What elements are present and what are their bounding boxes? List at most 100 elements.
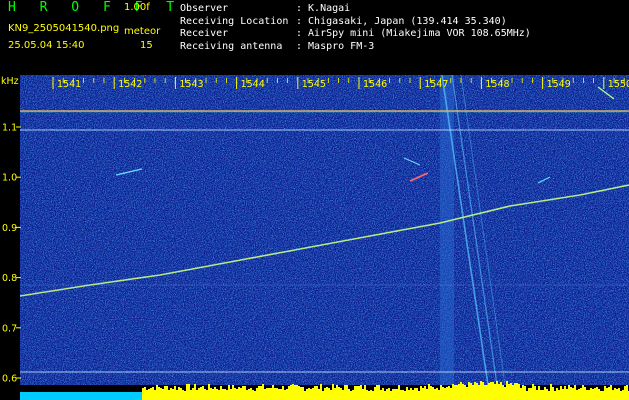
level-bar-column bbox=[558, 390, 560, 400]
level-bar-column bbox=[184, 391, 186, 400]
y-axis-unit: kHz bbox=[1, 76, 19, 87]
header-panel: H R O F F T 1.00f KN9_2505041540.png met… bbox=[0, 0, 629, 75]
y-tick-label: 0.9 bbox=[2, 223, 17, 234]
level-bar-column bbox=[590, 388, 592, 400]
level-bar-column bbox=[172, 389, 174, 400]
level-bar-column bbox=[556, 388, 558, 400]
level-bar-column bbox=[546, 389, 548, 400]
level-bar-column bbox=[462, 384, 464, 400]
level-bar-column bbox=[370, 390, 372, 400]
datetime-label: 25.05.04 15:40 bbox=[8, 40, 85, 51]
x-tick-label: 1543 bbox=[179, 79, 203, 90]
level-bar-column bbox=[146, 390, 148, 400]
level-bar-column bbox=[544, 387, 546, 400]
level-bar-column bbox=[210, 388, 212, 400]
level-bar-column bbox=[492, 382, 494, 400]
level-bar-column bbox=[300, 387, 302, 400]
level-bar-column bbox=[198, 388, 200, 400]
level-bar-column bbox=[252, 390, 254, 400]
level-bar-column bbox=[424, 386, 426, 400]
level-bar-column bbox=[484, 385, 486, 400]
level-bar-column bbox=[190, 390, 192, 400]
level-bar-column bbox=[342, 390, 344, 400]
level-bar-column bbox=[612, 390, 614, 400]
level-bar-column bbox=[512, 385, 514, 400]
level-bar-column bbox=[214, 387, 216, 400]
level-bar-column bbox=[550, 384, 552, 400]
level-bar-column bbox=[618, 388, 620, 400]
level-bar-column bbox=[206, 390, 208, 400]
level-bar-column bbox=[222, 389, 224, 400]
y-tick-label: 0.8 bbox=[2, 273, 17, 284]
location-value: : Chigasaki, Japan (139.414 35.340) bbox=[296, 15, 507, 27]
level-bar-column bbox=[382, 388, 384, 400]
level-bar-column bbox=[242, 386, 244, 400]
level-bar-column bbox=[498, 384, 500, 400]
y-tick-label: 0.7 bbox=[2, 323, 17, 334]
observer-value: : K.Nagai bbox=[296, 3, 351, 14]
level-bar-column bbox=[540, 390, 542, 400]
level-bar-column bbox=[456, 385, 458, 400]
level-bar-column bbox=[212, 389, 214, 400]
y-tick-label: 1.1 bbox=[2, 123, 17, 134]
level-bar-column bbox=[150, 388, 152, 400]
level-bar-column bbox=[260, 386, 262, 400]
level-bar-column bbox=[574, 385, 576, 400]
level-bar-column bbox=[490, 382, 492, 400]
level-bar-column bbox=[160, 388, 162, 400]
level-bar-column bbox=[532, 384, 534, 400]
level-bar-column bbox=[162, 389, 164, 400]
level-bar-column bbox=[346, 385, 348, 400]
level-bar-column bbox=[372, 391, 374, 400]
level-bar-column bbox=[510, 383, 512, 400]
x-tick-label: 1548 bbox=[485, 79, 509, 90]
level-bar-column bbox=[506, 381, 508, 400]
level-bar-column bbox=[330, 390, 332, 400]
level-bar-column bbox=[476, 383, 478, 400]
filename-label: KN9_2505041540.png bbox=[8, 23, 120, 34]
level-bar-column bbox=[152, 387, 154, 400]
ionosonde-band-left bbox=[440, 75, 454, 385]
level-bar-column bbox=[418, 391, 420, 400]
level-bar-column bbox=[230, 389, 232, 400]
level-bar-column bbox=[218, 390, 220, 400]
level-bar-column bbox=[360, 385, 362, 400]
level-bar-column bbox=[572, 388, 574, 400]
level-bar-column bbox=[168, 390, 170, 400]
level-bar-column bbox=[314, 386, 316, 400]
mode-label: meteor bbox=[124, 26, 161, 37]
level-bar-column bbox=[478, 385, 480, 400]
level-bar-column bbox=[454, 385, 456, 400]
level-bar-column bbox=[254, 391, 256, 400]
level-bar-column bbox=[316, 386, 318, 400]
level-bar-column bbox=[374, 387, 376, 400]
level-bar-column bbox=[304, 391, 306, 400]
level-bar-column bbox=[488, 383, 490, 400]
level-bar-column bbox=[288, 386, 290, 400]
level-bar-column bbox=[518, 384, 520, 400]
level-bar-column bbox=[306, 389, 308, 400]
level-bar-column bbox=[570, 387, 572, 400]
level-bar-column bbox=[404, 391, 406, 400]
level-bar-column bbox=[448, 386, 450, 400]
level-bar-column bbox=[604, 386, 606, 400]
level-bar-column bbox=[524, 386, 526, 400]
level-bar-column bbox=[328, 388, 330, 400]
level-bar-column bbox=[356, 386, 358, 400]
y-axis: kHz 1.1 1.0 0.9 0.8 0.7 0.6 bbox=[1, 76, 21, 385]
level-bar-column bbox=[266, 388, 268, 400]
level-bar-column bbox=[220, 386, 222, 400]
level-bar-column bbox=[412, 390, 414, 400]
level-bar-column bbox=[526, 391, 528, 400]
level-bar-column bbox=[298, 386, 300, 400]
level-bar-column bbox=[202, 386, 204, 400]
level-bar-column bbox=[334, 388, 336, 400]
level-bar-column bbox=[386, 389, 388, 400]
level-bar-column bbox=[384, 391, 386, 400]
level-bar-column bbox=[436, 388, 438, 400]
y-tick-label: 0.6 bbox=[2, 374, 17, 385]
level-bar-column bbox=[430, 386, 432, 400]
level-bar-start-segment bbox=[20, 392, 142, 400]
spectrogram-panel: kHz 1.1 1.0 0.9 0.8 0.7 0.6 1541 1542 1543 1544 1… bbox=[0, 75, 629, 400]
x-tick-label: 1547 bbox=[424, 79, 448, 90]
